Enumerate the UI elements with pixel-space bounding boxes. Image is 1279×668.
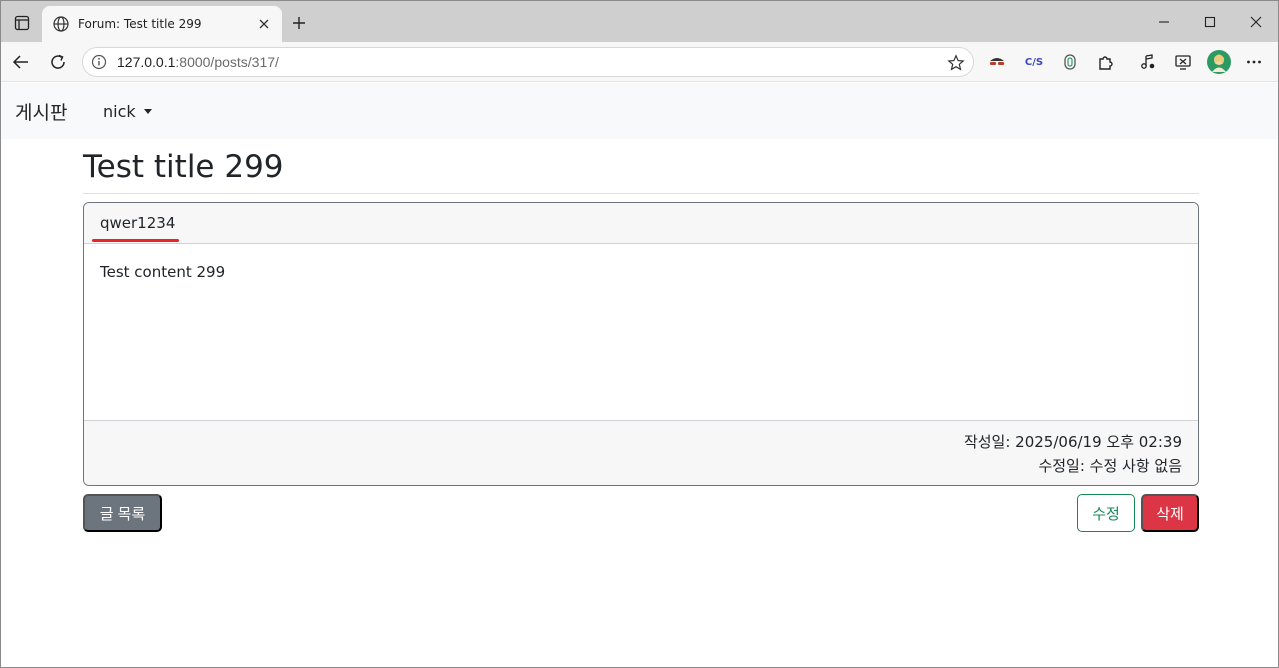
address-bar[interactable]: 127.0.0.1:8000/posts/317/ — [82, 47, 974, 77]
post-title: Test title 299 — [83, 149, 284, 185]
favorite-star-icon[interactable] — [947, 54, 965, 72]
reload-icon[interactable] — [45, 50, 71, 74]
caret-down-icon — [143, 109, 152, 114]
created-date: 작성일: 2025/06/19 오후 02:39 — [963, 433, 1182, 451]
globe-icon — [52, 15, 70, 33]
media-control-icon[interactable] — [1138, 52, 1158, 72]
user-name: nick — [103, 102, 136, 121]
tab-title: Forum: Test title 299 — [78, 17, 202, 31]
post-card-header: qwer1234 — [84, 203, 1198, 244]
maximize-icon[interactable] — [1187, 9, 1233, 35]
post-card-body: Test content 299 — [84, 244, 1198, 420]
close-window-icon[interactable] — [1233, 9, 1278, 35]
new-tab-icon[interactable] — [288, 12, 310, 34]
browser-window: Forum: Test title 299 127.0.0.1:8000/pos… — [0, 0, 1279, 668]
screen-capture-icon[interactable] — [1173, 52, 1193, 72]
url-path: :8000/posts/317/ — [175, 54, 279, 70]
cjs-extension-icon[interactable]: C/S — [1024, 52, 1044, 72]
page-content: 게시판 nick Test title 299 qwer1234 Test co… — [1, 83, 1278, 667]
title-divider — [83, 193, 1199, 194]
close-tab-icon[interactable] — [256, 16, 272, 32]
url-host: 127.0.0.1 — [117, 54, 176, 70]
more-menu-icon[interactable] — [1244, 52, 1264, 72]
extensions-puzzle-icon[interactable] — [1096, 52, 1116, 72]
minimize-icon[interactable] — [1141, 9, 1187, 35]
url-text: 127.0.0.1:8000/posts/317/ — [117, 54, 279, 70]
incognito-extension-icon[interactable] — [987, 52, 1007, 72]
back-icon[interactable] — [8, 50, 34, 74]
browser-tab[interactable]: Forum: Test title 299 — [42, 6, 282, 42]
post-card-footer: 작성일: 2025/06/19 오후 02:39 수정일: 수정 사항 없음 — [84, 420, 1198, 485]
post-card: qwer1234 Test content 299 작성일: 2025/06/1… — [83, 202, 1199, 486]
navbar: 게시판 nick — [1, 83, 1278, 139]
browser-toolbar: 127.0.0.1:8000/posts/317/ C/S — [1, 42, 1278, 82]
modified-date: 수정일: 수정 사항 없음 — [1038, 457, 1182, 475]
user-dropdown[interactable]: nick — [103, 102, 152, 121]
zero-extension-icon[interactable] — [1060, 52, 1080, 72]
tab-strip: Forum: Test title 299 — [1, 1, 1278, 42]
site-info-icon[interactable] — [91, 54, 107, 70]
post-list-button[interactable]: 글 목록 — [83, 494, 162, 532]
profile-avatar[interactable] — [1207, 50, 1231, 74]
navbar-brand[interactable]: 게시판 — [15, 98, 67, 125]
edit-button[interactable]: 수정 — [1077, 494, 1135, 532]
sidebar-toggle-icon[interactable] — [9, 11, 35, 35]
post-author: qwer1234 — [100, 214, 176, 232]
delete-button[interactable]: 삭제 — [1141, 494, 1199, 532]
post-content: Test content 299 — [100, 263, 226, 281]
author-underline-annotation — [92, 239, 179, 242]
